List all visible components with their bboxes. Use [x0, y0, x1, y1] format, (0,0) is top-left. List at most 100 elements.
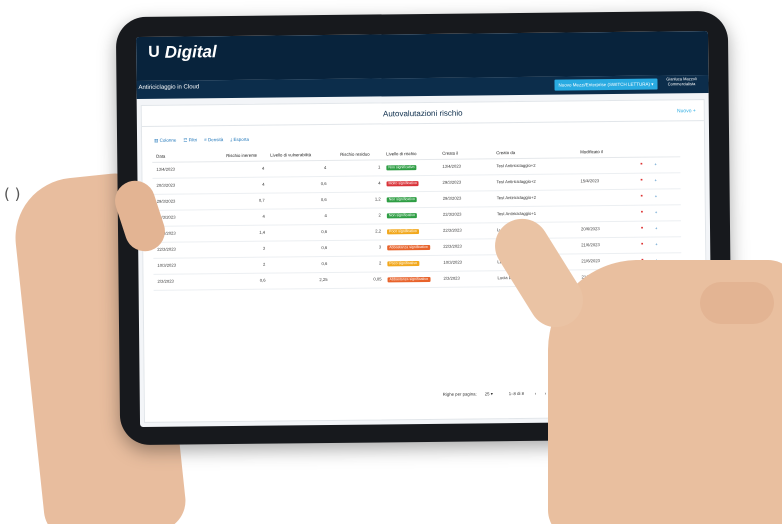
column-header[interactable]: Creato il — [442, 151, 458, 156]
residual-risk-cell: 1 — [377, 164, 381, 170]
add-icon[interactable]: + — [655, 242, 658, 247]
risk-level-badge: Poco significativo — [387, 229, 419, 235]
pagination-range: 1–8 di 8 — [508, 390, 525, 397]
user-menu[interactable]: Gianluca Mazzoli Commercialista — [662, 76, 700, 86]
modified-on-cell: 20/6/2023 — [580, 226, 600, 232]
date-cell: 10/3/2023 — [157, 262, 177, 268]
delete-icon[interactable]: ■ — [641, 210, 643, 214]
created-by-cell: Test Antiriciclaggio+2 — [496, 162, 536, 169]
column-header[interactable]: Rischio residuo — [340, 152, 369, 157]
risk-level-badge: Non significativo — [386, 197, 417, 203]
column-header[interactable]: Livello di vulnerabilità — [270, 152, 311, 157]
export-button[interactable]: ⤓ Esporta — [230, 137, 249, 143]
add-icon[interactable]: + — [654, 178, 657, 183]
right-thumb — [700, 282, 774, 324]
rows-per-page-label: Righe per pagina: — [442, 391, 477, 397]
delete-icon[interactable]: ■ — [640, 178, 642, 182]
risk-level-cell: Molto significativo — [386, 180, 419, 187]
vulnerability-cell: 4 — [323, 165, 327, 171]
column-header[interactable]: Rischio inerente — [226, 153, 257, 158]
add-icon[interactable]: + — [655, 194, 658, 199]
risk-level-badge: Non significativo — [386, 165, 417, 171]
inherent-risk-cell: 1,4 — [259, 229, 266, 235]
prev-page-icon[interactable]: ‹ — [535, 391, 536, 396]
add-icon[interactable]: + — [655, 210, 658, 215]
created-on-cell: 22/3/2023 — [443, 243, 462, 249]
user-role: Commercialista — [667, 81, 696, 87]
date-cell: 29/3/2023 — [156, 198, 176, 204]
next-page-icon[interactable]: › — [545, 391, 546, 396]
risk-level-cell: Poco significativo — [387, 260, 420, 267]
column-header[interactable]: Livello di rischio — [386, 151, 416, 156]
risk-level-cell: Non significativo — [386, 164, 417, 171]
residual-risk-cell: 4 — [378, 180, 381, 186]
brand-bar: U Digital — [135, 31, 709, 82]
rows-per-page-select[interactable]: 25 ▾ — [485, 391, 493, 397]
residual-risk-cell: 0,05 — [373, 276, 382, 282]
inherent-risk-cell: 4 — [262, 181, 265, 187]
column-header[interactable]: Creato da — [496, 150, 515, 155]
residual-risk-cell: 1,2 — [374, 196, 381, 202]
new-button[interactable]: Nuovo + — [677, 108, 696, 114]
density-button[interactable]: ≡ Densità — [204, 137, 223, 143]
delete-icon[interactable]: ■ — [641, 242, 643, 246]
page-title: Autovalutazioni rischio — [382, 108, 463, 119]
photo-scene: ( ) U Digital Antiriciclaggio in Cloud N… — [0, 0, 782, 524]
company-select[interactable]: Nuovo Mezzi/Enterprise (SWITCH LETTURA) … — [554, 78, 658, 91]
edge-glyphs: ( ) — [4, 185, 21, 203]
residual-risk-cell: 2,2 — [375, 228, 382, 234]
residual-risk-cell: 3 — [378, 244, 382, 250]
risk-level-badge: Molto significativo — [386, 181, 419, 187]
risk-level-cell: Abbastanza significativo — [387, 244, 430, 251]
created-on-cell: 10/3/2023 — [443, 259, 463, 265]
created-on-cell: 22/3/2023 — [442, 227, 462, 233]
created-by-cell: Test Antiriciclaggio+2 — [496, 178, 536, 185]
risk-level-cell: Non significativo — [386, 212, 418, 219]
date-cell: 20/3/2023 — [156, 182, 176, 188]
vulnerability-cell: 0,6 — [321, 229, 328, 235]
risk-level-cell: Non significativo — [386, 196, 417, 203]
filters-button[interactable]: ☲ Filtri — [183, 137, 197, 143]
delete-icon[interactable]: ■ — [640, 162, 642, 166]
created-by-cell: Test Antiriciclaggio+2 — [496, 194, 536, 201]
residual-risk-cell: 2 — [378, 212, 381, 218]
created-on-cell: 22/3/2023 — [442, 211, 462, 217]
vulnerability-cell: 2,25 — [319, 277, 328, 283]
modified-on-cell: 15/4/2023 — [580, 178, 600, 184]
created-on-cell: 29/3/2023 — [442, 195, 462, 201]
delete-icon[interactable]: ■ — [641, 226, 643, 230]
column-header[interactable]: Modificato il — [580, 149, 603, 154]
vulnerability-cell: 4 — [324, 213, 327, 219]
risk-level-badge: Poco significativo — [387, 261, 420, 267]
modified-on-cell: 21/6/2023 — [581, 258, 601, 264]
brand-logo: U Digital — [148, 42, 217, 63]
grid-toolbar: ▥ Colonne ☲ Filtri ≡ Densità ⤓ Esporta — [154, 137, 249, 144]
created-on-cell: 13/4/2023 — [442, 163, 462, 169]
add-icon[interactable]: + — [655, 226, 658, 231]
divider — [141, 120, 704, 127]
risk-level-cell: Poco significativo — [387, 228, 419, 235]
inherent-risk-cell: 4 — [261, 165, 265, 171]
add-icon[interactable]: + — [654, 162, 657, 167]
inherent-risk-cell: 4 — [262, 213, 265, 219]
date-cell: 13/4/2023 — [156, 166, 176, 172]
risk-level-badge: Abbastanza significativo — [387, 276, 431, 283]
brand-name: Digital — [164, 42, 217, 62]
date-cell: 2/3/2023 — [157, 278, 174, 284]
date-cell: 22/3/2023 — [157, 246, 176, 252]
logo-mark-icon: U — [148, 43, 160, 61]
risk-level-badge: Abbastanza significativo — [387, 244, 430, 251]
modified-on-cell: 21/6/2023 — [581, 242, 600, 248]
delete-icon[interactable]: ■ — [641, 194, 643, 198]
created-on-cell: 2/3/2023 — [443, 275, 460, 281]
inherent-risk-cell: 2 — [263, 261, 266, 267]
column-header[interactable]: Data — [156, 154, 165, 159]
risk-level-cell: Abbastanza significativo — [387, 276, 431, 283]
vulnerability-cell: 0,6 — [321, 261, 328, 267]
residual-risk-cell: 2 — [378, 260, 382, 266]
vulnerability-cell: 0,6 — [320, 181, 327, 187]
columns-button[interactable]: ▥ Colonne — [154, 138, 176, 144]
app-title: Antiriciclaggio in Cloud — [138, 84, 200, 91]
vulnerability-cell: 0,6 — [320, 197, 327, 203]
inherent-risk-cell: 0,7 — [258, 197, 265, 203]
